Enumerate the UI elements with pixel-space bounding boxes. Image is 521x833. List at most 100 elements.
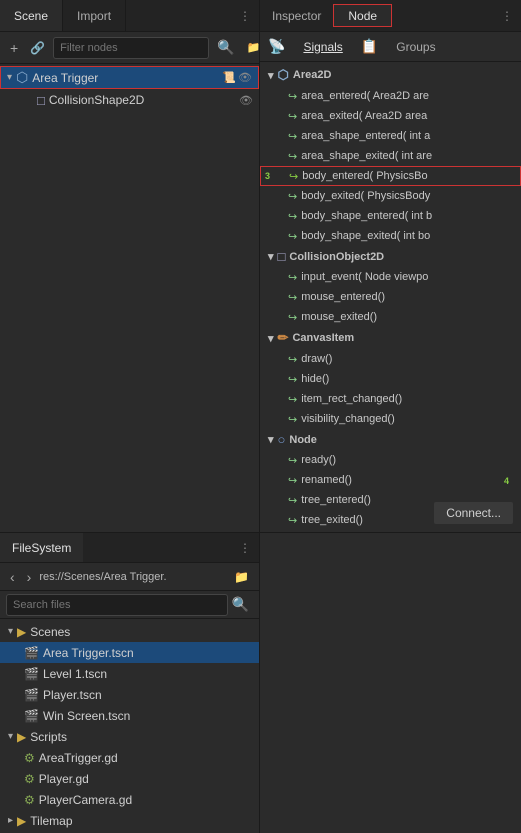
signal-emit-icon12: ↪ (288, 353, 297, 366)
signal-area-exited[interactable]: ↪ area_exited( Area2D area (260, 106, 521, 126)
signal-mouse-exited[interactable]: ↪ mouse_exited() (260, 307, 521, 327)
signal-emit-icon5: ↪ (289, 170, 298, 183)
signal-draw[interactable]: ↪ draw() (260, 349, 521, 369)
sub-tab-signals[interactable]: Signals (293, 38, 352, 56)
tab-import[interactable]: Import (63, 0, 126, 31)
sub-tab-groups[interactable]: Groups (386, 38, 445, 56)
fs-item-player-tscn[interactable]: 🎬 Player.tscn (0, 684, 259, 705)
area-trigger-tscn-icon: 🎬 (24, 646, 39, 660)
search-button[interactable]: 🔍 (213, 37, 238, 58)
tab-filesystem[interactable]: FileSystem (0, 533, 83, 562)
signal-body-shape-entered-label: body_shape_entered( int b (301, 210, 432, 222)
inspector-panel-menu[interactable]: ⋮ (493, 0, 521, 31)
signal-visibility-changed[interactable]: ↪ visibility_changed() (260, 409, 521, 429)
signal-body-shape-exited[interactable]: ↪ body_shape_exited( int bo (260, 226, 521, 246)
signal-area-shape-exited[interactable]: ↪ area_shape_exited( int are (260, 146, 521, 166)
tilemap-folder-label: Tilemap (30, 814, 72, 828)
signal-body-exited[interactable]: ↪ body_exited( PhysicsBody (260, 186, 521, 206)
player-tscn-icon: 🎬 (24, 688, 39, 702)
scenes-folder-arrow: ▾ (8, 626, 13, 637)
connect-button[interactable]: Connect... (434, 502, 513, 524)
filesystem-panel-menu[interactable]: ⋮ (231, 533, 259, 562)
fs-item-player-camera-gd[interactable]: ⚙ PlayerCamera.gd (0, 789, 259, 810)
level1-label: Level 1.tscn (43, 667, 107, 681)
signal-emit-icon7: ↪ (288, 210, 297, 223)
signal-renamed-label: renamed() (301, 474, 352, 486)
filesystem-panel: FileSystem ⋮ ‹ › res://Scenes/Area Trigg… (0, 533, 260, 833)
signal-emit-icon9: ↪ (288, 271, 297, 284)
scenes-folder-icon: ▶ (17, 625, 26, 639)
tab-scene[interactable]: Scene (0, 0, 63, 31)
signal-emit-icon2: ↪ (288, 110, 297, 123)
visibility-icon[interactable]: 👁 (238, 71, 252, 84)
area-trigger-label: Area Trigger (32, 71, 218, 85)
group-node[interactable]: ▾ ○ Node (260, 429, 521, 450)
tree-item-area-trigger[interactable]: ▾ ⬡ Area Trigger 📜 👁 (0, 66, 259, 89)
signal-body-entered[interactable]: 3 ↪ body_entered( PhysicsBo (260, 166, 521, 186)
node-icon[interactable]: 📋 (361, 38, 378, 55)
signal-mouse-entered-label: mouse_entered() (301, 291, 385, 303)
filter-nodes-input[interactable] (53, 37, 209, 59)
group-collisionobject2d[interactable]: ▾ □ CollisionObject2D (260, 246, 521, 267)
scripts-folder-label: Scripts (30, 730, 67, 744)
signal-area-shape-exited-label: area_shape_exited( int are (301, 150, 432, 162)
canvas-icon: ✏ (278, 330, 289, 346)
signal-ready-label: ready() (301, 454, 336, 466)
group-arrow-node: ▾ (268, 433, 274, 446)
group-canvasitem[interactable]: ▾ ✏ CanvasItem (260, 327, 521, 349)
fs-search-button[interactable]: 🔍 (228, 594, 253, 615)
fs-item-level1[interactable]: 🎬 Level 1.tscn (0, 663, 259, 684)
col2d-icon: □ (278, 249, 286, 264)
collision-shape-icon: □ (37, 93, 45, 108)
filesystem-tree: ▾ ▶ Scenes 🎬 Area Trigger.tscn 🎬 Level 1… (0, 619, 259, 833)
signal-hide[interactable]: ↪ hide() (260, 369, 521, 389)
signal-body-entered-label: body_entered( PhysicsBo (302, 170, 427, 182)
add-node-button[interactable]: + (6, 38, 22, 58)
signal-area-entered-label: area_entered( Area2D are (301, 90, 429, 102)
fs-item-win-screen[interactable]: 🎬 Win Screen.tscn (0, 705, 259, 726)
inspector-title: Inspector (260, 0, 333, 31)
signal-area-shape-entered[interactable]: ↪ area_shape_entered( int a (260, 126, 521, 146)
fs-item-scenes-folder[interactable]: ▾ ▶ Scenes (0, 621, 259, 642)
fs-item-player-gd[interactable]: ⚙ Player.gd (0, 768, 259, 789)
signal-ready[interactable]: ↪ ready() (260, 450, 521, 470)
player-gd-icon: ⚙ (24, 772, 35, 786)
tree-item-collision-shape[interactable]: ▾ □ CollisionShape2D 👁 (0, 89, 259, 111)
fs-item-scripts-folder[interactable]: ▾ ▶ Scripts (0, 726, 259, 747)
fs-breadcrumb: ‹ › res://Scenes/Area Trigger. 📁 (0, 563, 259, 591)
breadcrumb-back[interactable]: ‹ (6, 567, 19, 587)
group-col2d-label: CollisionObject2D (289, 251, 384, 263)
breadcrumb-folder[interactable]: 📁 (230, 568, 253, 586)
search-files-input[interactable] (6, 594, 228, 616)
signals-list: ▾ ⬡ Area2D ↪ area_entered( Area2D are ↪ … (260, 62, 521, 532)
visibility-icon2[interactable]: 👁 (239, 94, 253, 107)
tab-node[interactable]: Node (333, 4, 392, 27)
signal-area-entered[interactable]: ↪ area_entered( Area2D are (260, 86, 521, 106)
node-group-icon: ○ (278, 432, 286, 447)
area2d-icon: ⬡ (278, 67, 289, 83)
signal-input-event[interactable]: ↪ input_event( Node viewpo (260, 267, 521, 287)
fs-item-area-trigger[interactable]: 🎬 Area Trigger.tscn (0, 642, 259, 663)
fs-item-tilemap-folder[interactable]: ▸ ▶ Tilemap (0, 810, 259, 831)
filesystem-tab-bar: FileSystem ⋮ (0, 533, 259, 563)
signal-tree-exited-label: tree_exited() (301, 514, 363, 526)
signal-item-rect-changed[interactable]: ↪ item_rect_changed() (260, 389, 521, 409)
player-camera-gd-icon: ⚙ (24, 793, 35, 807)
player-tscn-label: Player.tscn (43, 688, 102, 702)
scenes-folder-label: Scenes (30, 625, 70, 639)
breadcrumb-path: res://Scenes/Area Trigger. (39, 571, 226, 583)
group-area2d[interactable]: ▾ ⬡ Area2D (260, 64, 521, 86)
group-arrow-canvas: ▾ (268, 332, 274, 345)
link-node-button[interactable]: 🔗 (26, 39, 49, 57)
player-camera-gd-label: PlayerCamera.gd (39, 793, 132, 807)
area-trigger-icon: ⬡ (16, 69, 28, 86)
signal-mouse-entered[interactable]: ↪ mouse_entered() (260, 287, 521, 307)
scene-panel-menu[interactable]: ⋮ (231, 0, 259, 31)
fs-item-area-trigger-gd[interactable]: ⚙ AreaTrigger.gd (0, 747, 259, 768)
breadcrumb-forward[interactable]: › (23, 567, 36, 587)
signals-icon[interactable]: 📡 (268, 38, 285, 55)
signal-renamed[interactable]: ↪ renamed() (260, 470, 521, 490)
area-trigger-gd-label: AreaTrigger.gd (39, 751, 118, 765)
signal-body-shape-entered[interactable]: ↪ body_shape_entered( int b (260, 206, 521, 226)
signal-emit-icon15: ↪ (288, 413, 297, 426)
